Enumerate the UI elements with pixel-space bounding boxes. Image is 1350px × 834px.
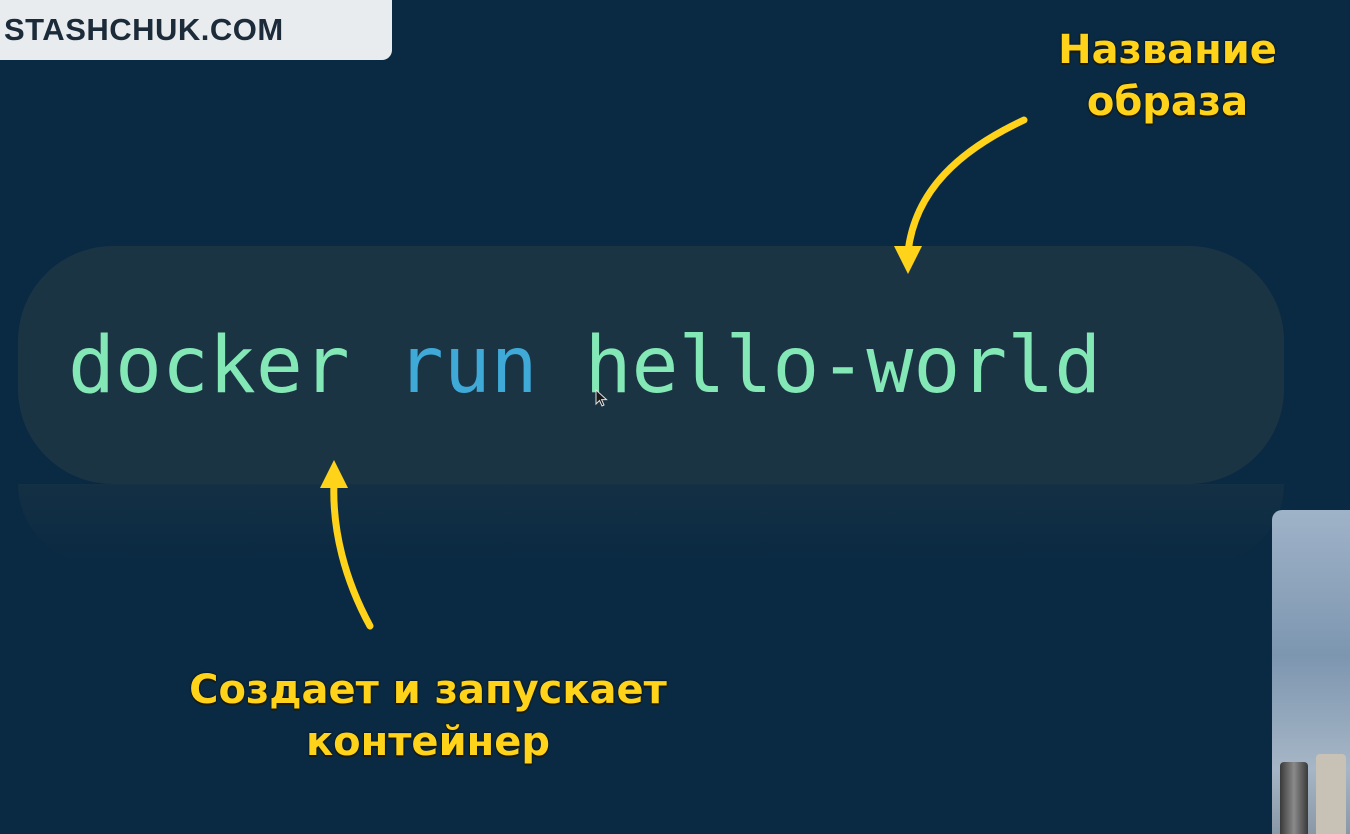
logo-badge: STASHCHUK.COM — [0, 0, 392, 60]
mouse-cursor-icon — [595, 389, 608, 407]
image-name-annotation: Название образа — [1030, 24, 1305, 128]
image-name-annotation-line2: образа — [1086, 79, 1249, 125]
run-annotation-line2: контейнер — [305, 719, 550, 765]
command-program: docker — [68, 321, 350, 411]
command-image: hello-world — [584, 321, 1102, 411]
photo-object — [1280, 762, 1308, 834]
run-annotation: Создает и запускает контейнер — [128, 664, 728, 768]
command-subcommand: run — [396, 321, 538, 411]
photo-object — [1316, 754, 1346, 834]
command-box-reflection — [18, 484, 1284, 564]
command-line: docker run hello-world — [68, 316, 1101, 416]
presenter-video-thumbnail — [1272, 510, 1350, 834]
slide: STASHCHUK.COM docker run hello-world Наз… — [0, 0, 1350, 834]
logo-text: STASHCHUK.COM — [4, 12, 284, 47]
run-annotation-line1: Создает и запускает — [189, 667, 667, 713]
image-name-annotation-line1: Название — [1058, 27, 1277, 73]
